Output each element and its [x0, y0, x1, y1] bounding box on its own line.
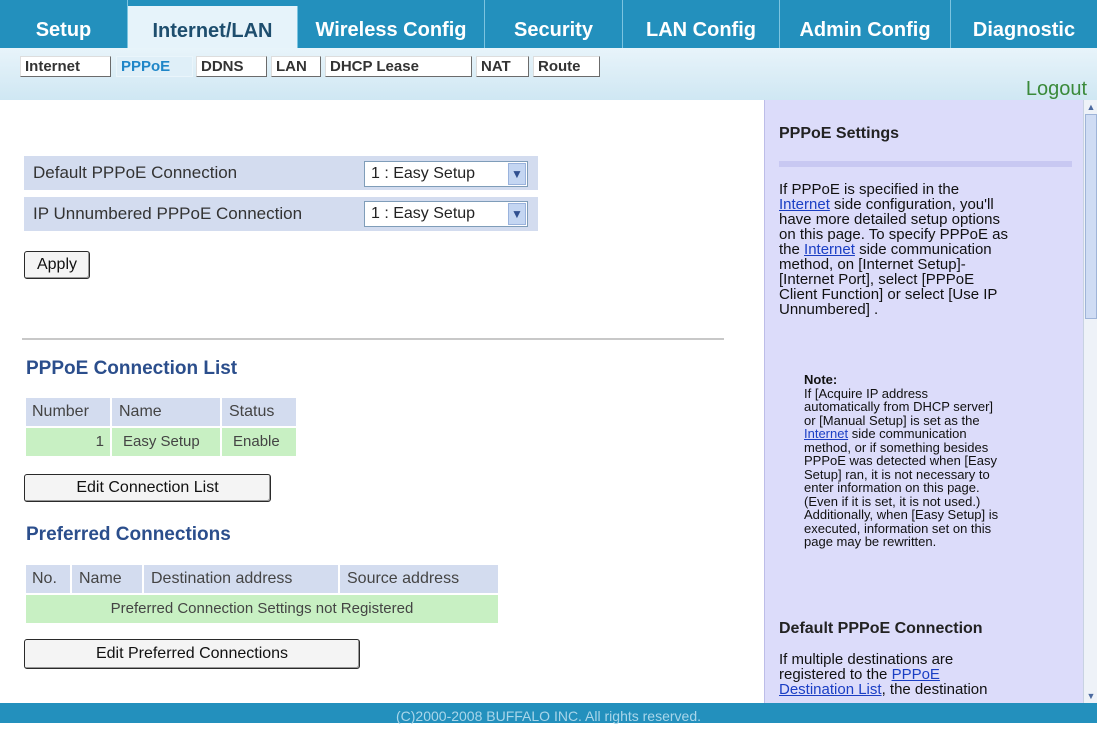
note-line: enter information on this page.: [804, 480, 980, 495]
default-pppoe-select[interactable]: 1 : Easy Setup ▼: [364, 161, 528, 187]
edit-preferred-connections-button[interactable]: Edit Preferred Connections: [24, 639, 360, 669]
note-line: page may be rewritten.: [804, 534, 937, 549]
logout-link[interactable]: Logout: [1026, 78, 1087, 101]
help-note: Note: If [Acquire IP address automatical…: [804, 373, 1072, 549]
help-title: PPPoE Settings: [779, 125, 900, 142]
unnumbered-pppoe-select[interactable]: 1 : Easy Setup ▼: [364, 201, 528, 227]
scroll-thumb[interactable]: [1085, 114, 1097, 319]
tab-setup[interactable]: Setup: [0, 0, 128, 48]
default-pppoe-label: Default PPPoE Connection: [33, 163, 238, 182]
table-cell-name[interactable]: Easy Setup: [112, 428, 220, 456]
default-pppoe-value: 1 : Easy Setup: [371, 165, 476, 182]
note-title: Note:: [804, 372, 838, 387]
note-line: method, or if something besides: [804, 439, 989, 455]
note-line: (Even if it is set, it is not used.): [804, 493, 981, 509]
help-line: on this page. To specify PPPoE as: [779, 226, 1009, 243]
preferred-connections-title: Preferred Connections: [26, 524, 231, 545]
help-scrollbar[interactable]: ▲ ▼: [1083, 100, 1097, 703]
divider: [22, 338, 724, 340]
col-header-number: Number: [26, 398, 110, 426]
apply-button[interactable]: Apply: [24, 251, 90, 279]
col-header-no: No.: [26, 565, 70, 593]
col-header-name: Name: [112, 398, 220, 426]
tab-diagnostic[interactable]: Diagnostic: [951, 0, 1097, 48]
tab-internet-lan[interactable]: Internet/LAN: [128, 6, 298, 48]
unnumbered-pppoe-label: IP Unnumbered PPPoE Connection: [33, 204, 303, 223]
help-paragraph: If PPPoE is specified in the Internet si…: [779, 182, 1069, 317]
subtab-ddns[interactable]: DDNS: [196, 56, 267, 77]
unnumbered-pppoe-value: 1 : Easy Setup: [371, 205, 476, 222]
help-line: have more detailed setup options: [779, 211, 1000, 228]
help-line: Unnumbered] .: [779, 301, 879, 318]
help-line: , the destination: [881, 681, 988, 698]
chevron-down-icon: ▼: [508, 163, 526, 185]
note-line: or [Manual Setup] is set as the: [804, 412, 980, 428]
empty-preferred-message: Preferred Connection Settings not Regist…: [26, 595, 498, 623]
top-navigation: Setup Internet/LAN Wireless Config Secur…: [0, 0, 1097, 48]
subtab-lan[interactable]: LAN: [271, 56, 321, 77]
footer: (C)2000-2008 BUFFALO INC. All rights res…: [0, 703, 1097, 724]
subtab-nat[interactable]: NAT: [476, 56, 529, 77]
tab-admin-config[interactable]: Admin Config: [780, 0, 951, 48]
col-header-destination: Destination address: [144, 565, 338, 593]
note-line: Setup] ran, it is not necessary to: [804, 466, 990, 482]
subtab-pppoe[interactable]: PPPoE: [116, 56, 193, 77]
help-panel: PPPoE Settings If PPPoE is specified in …: [764, 100, 1084, 703]
col-header-source: Source address: [340, 565, 498, 593]
subtab-dhcp-lease[interactable]: DHCP Lease: [325, 56, 472, 77]
note-line: Additionally, when [Easy Setup] is: [804, 507, 999, 522]
col-header-status: Status: [222, 398, 296, 426]
tab-wireless-config[interactable]: Wireless Config: [298, 0, 485, 48]
table-cell-status: Enable: [222, 428, 296, 456]
help-line: method, on [Internet Setup]-: [779, 256, 966, 273]
note-line: side communication: [851, 426, 967, 441]
note-line: PPPoE was detected when [Easy: [804, 453, 997, 468]
help-line: If multiple destinations are: [779, 651, 954, 668]
destination-list-link[interactable]: Destination List: [779, 681, 882, 698]
tab-lan-config[interactable]: LAN Config: [623, 0, 780, 48]
table-cell-number: 1: [26, 428, 110, 456]
internet-link[interactable]: Internet: [804, 426, 848, 441]
help-line: [Internet Port], select [PPPoE: [779, 271, 975, 288]
edit-connection-list-button[interactable]: Edit Connection List: [24, 474, 271, 502]
col-header-name: Name: [72, 565, 142, 593]
connection-list-title: PPPoE Connection List: [26, 358, 238, 379]
scroll-down-icon[interactable]: ▼: [1084, 689, 1097, 703]
help-paragraph-2: If multiple destinations are registered …: [779, 652, 1069, 697]
help-line: Client Function] or select [Use IP: [779, 286, 998, 303]
note-line: automatically from DHCP server]: [804, 399, 994, 414]
help-divider: [779, 161, 1072, 167]
help-section-title: Default PPPoE Connection: [779, 620, 983, 637]
chevron-down-icon: ▼: [508, 203, 526, 225]
subtab-route[interactable]: Route: [533, 56, 600, 77]
note-line: executed, information set on this: [804, 520, 992, 536]
sub-navigation: Internet PPPoE DDNS LAN DHCP Lease NAT R…: [0, 48, 1097, 100]
subtab-internet[interactable]: Internet: [20, 56, 111, 77]
note-line: If [Acquire IP address: [804, 385, 929, 401]
scroll-up-icon[interactable]: ▲: [1084, 100, 1097, 114]
tab-security[interactable]: Security: [485, 0, 623, 48]
help-line: If PPPoE is specified in the: [779, 181, 960, 198]
